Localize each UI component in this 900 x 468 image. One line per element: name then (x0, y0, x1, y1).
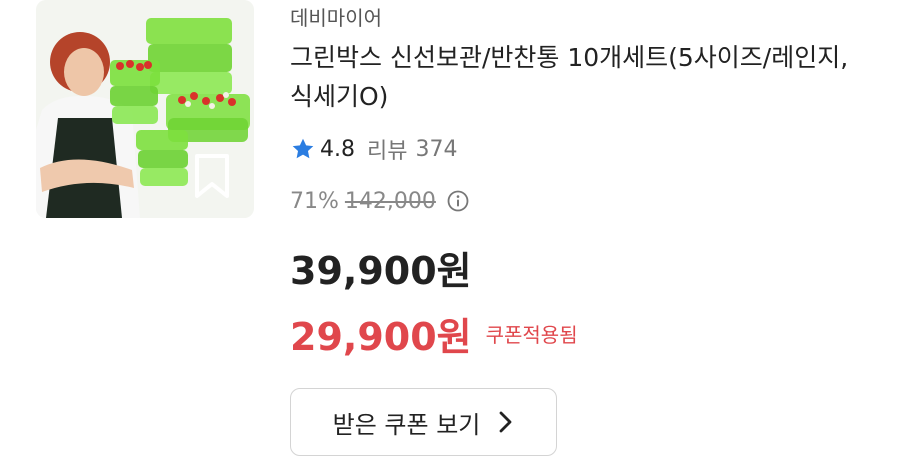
info-circle-icon[interactable] (446, 189, 470, 213)
star-icon (292, 138, 314, 159)
review-count: 374 (415, 136, 458, 162)
seller-name[interactable]: 데비마이어 (290, 2, 382, 31)
bookmark-button[interactable] (190, 150, 234, 202)
bookmark-icon (195, 154, 229, 198)
rating-value: 4.8 (320, 136, 355, 162)
chevron-right-icon (499, 411, 512, 433)
product-image[interactable] (36, 0, 254, 218)
original-price-row: 71% 142,000 (290, 186, 470, 216)
review-label: 리뷰 (367, 139, 408, 164)
rating-row[interactable]: 4.8 리뷰 374 (290, 134, 457, 164)
coupon-price: 29,900원 (290, 314, 472, 359)
coupon-price-row: 29,900원 쿠폰적용됨 (290, 308, 578, 359)
coupon-applied-label: 쿠폰적용됨 (485, 322, 578, 347)
coupon-button-label: 받은 쿠폰 보기 (332, 410, 481, 439)
discount-percent: 71% (290, 188, 339, 214)
product-card[interactable]: 데비마이어 그린박스 신선보관/반찬통 10개세트(5사이즈/레인지,식세기O)… (0, 0, 900, 468)
original-price: 142,000 (344, 188, 436, 214)
product-title[interactable]: 그린박스 신선보관/반찬통 10개세트(5사이즈/레인지,식세기O) (290, 38, 850, 116)
view-received-coupons-button[interactable]: 받은 쿠폰 보기 (290, 388, 557, 456)
sale-price: 39,900원 (290, 249, 472, 293)
